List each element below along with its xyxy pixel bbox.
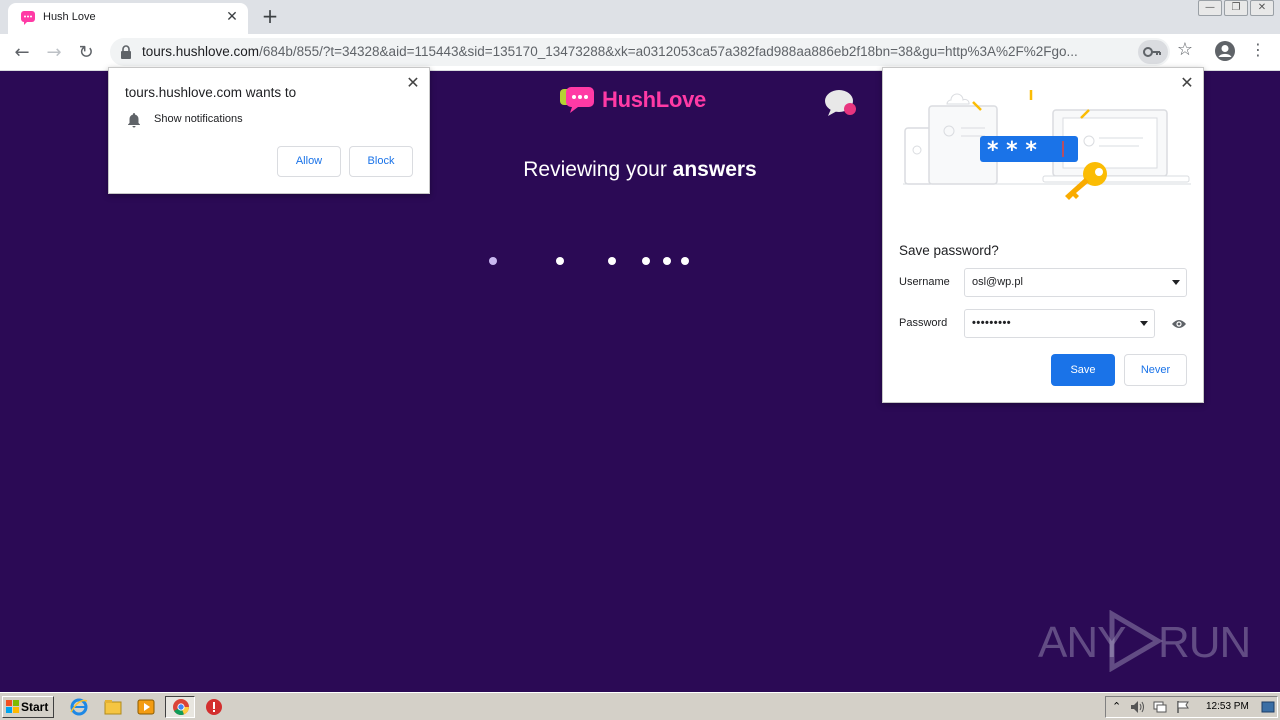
password-value: ••••••••• <box>972 317 1012 329</box>
username-value: osl@wp.pl <box>972 276 1023 288</box>
volume-icon[interactable] <box>1130 700 1146 714</box>
reload-button[interactable]: ↻ <box>72 39 100 67</box>
media-player-icon[interactable] <box>137 698 155 716</box>
clock[interactable]: 12:53 PM <box>1206 701 1249 712</box>
internet-explorer-icon[interactable] <box>70 698 88 716</box>
username-label: Username <box>899 276 950 288</box>
hushlove-favicon-icon <box>21 11 35 25</box>
never-button[interactable]: Never <box>1124 354 1187 386</box>
url-path: /684b/855/?t=34328&aid=115443&sid=135170… <box>259 44 1078 59</box>
action-center-flag-icon[interactable] <box>1176 700 1190 714</box>
loading-dot <box>642 257 650 265</box>
loading-dot <box>681 257 689 265</box>
allow-button[interactable]: Allow <box>277 146 341 177</box>
new-tab-button[interactable]: + <box>258 5 282 29</box>
bookmark-star-icon[interactable]: ☆ <box>1174 39 1196 61</box>
start-label: Start <box>21 700 49 714</box>
browser-toolbar: ← → ↻ tours.hushlove.com/684b/855/?t=343… <box>0 34 1280 71</box>
notification-prompt-title: tours.hushlove.com wants to <box>125 85 297 100</box>
network-icon[interactable] <box>1152 700 1168 714</box>
tray-expand-icon[interactable]: ⌃ <box>1112 700 1121 713</box>
restore-button[interactable]: ❐ <box>1224 0 1248 16</box>
show-desktop-icon[interactable] <box>1261 700 1275 714</box>
block-button[interactable]: Block <box>349 146 413 177</box>
watermark-text-run: RUN <box>1158 618 1251 667</box>
loading-dot <box>489 257 497 265</box>
chat-icon[interactable] <box>823 88 859 118</box>
svg-text:* * *: * * * <box>987 138 1037 163</box>
loading-dot <box>663 257 671 265</box>
forward-button[interactable]: → <box>40 39 68 67</box>
play-triangle-icon <box>1109 610 1163 672</box>
minimize-button[interactable]: — <box>1198 0 1222 16</box>
url-host: tours.hushlove.com <box>142 44 260 59</box>
key-glyph-icon <box>1143 47 1161 57</box>
chevron-down-icon[interactable] <box>1172 280 1180 285</box>
system-tray: ⌃ 12:53 PM <box>1105 696 1278 718</box>
save-password-title: Save password? <box>899 243 999 258</box>
password-illustration: * * * <box>903 90 1191 200</box>
close-window-button[interactable]: ✕ <box>1250 0 1274 16</box>
password-field[interactable]: ••••••••• <box>964 309 1155 338</box>
file-explorer-icon[interactable] <box>104 698 122 716</box>
anyrun-watermark: ANY RUN <box>1038 610 1251 674</box>
loading-dot <box>608 257 616 265</box>
browser-tab[interactable]: Hush Love ✕ <box>8 3 248 34</box>
address-bar[interactable]: tours.hushlove.com/684b/855/?t=34328&aid… <box>110 38 1170 66</box>
eye-icon[interactable] <box>1171 318 1187 330</box>
password-label: Password <box>899 317 948 329</box>
hushlove-logo: HushLove <box>560 84 706 116</box>
tab-title: Hush Love <box>43 11 96 23</box>
loading-dot <box>556 257 564 265</box>
save-button[interactable]: Save <box>1051 354 1115 386</box>
chrome-icon <box>173 699 189 715</box>
bell-icon <box>128 113 140 128</box>
tab-strip: Hush Love ✕ + — ❐ ✕ <box>0 0 1280 34</box>
url-text[interactable]: tours.hushlove.com/684b/855/?t=34328&aid… <box>142 44 1132 59</box>
reviewing-prefix: Reviewing your <box>523 158 673 181</box>
notification-close-icon[interactable]: ✕ <box>404 74 422 92</box>
chrome-taskbar-button[interactable] <box>165 696 195 718</box>
username-field[interactable]: osl@wp.pl <box>964 268 1187 297</box>
stop-sign-icon[interactable] <box>205 698 223 716</box>
save-password-prompt: ✕ * * * Save password? Username osl@wp.p… <box>882 67 1204 403</box>
logo-text: HushLove <box>602 87 706 112</box>
chat-bubble-logo-icon <box>560 87 594 113</box>
reviewing-bold: answers <box>672 158 757 181</box>
windows-logo-icon <box>6 700 19 713</box>
start-button[interactable]: Start <box>2 696 54 718</box>
notification-permission-prompt: tours.hushlove.com wants to ✕ Show notif… <box>108 67 430 194</box>
window-controls: — ❐ ✕ <box>1198 0 1274 18</box>
menu-icon[interactable]: ⋮ <box>1250 40 1266 62</box>
password-key-icon[interactable] <box>1138 40 1168 64</box>
profile-icon[interactable] <box>1214 40 1236 62</box>
notification-permission-text: Show notifications <box>154 113 243 125</box>
back-button[interactable]: ← <box>8 39 36 67</box>
tab-close-icon[interactable]: ✕ <box>222 7 242 27</box>
lock-icon[interactable] <box>120 45 132 59</box>
chevron-down-icon[interactable] <box>1140 321 1148 326</box>
taskbar: Start ⌃ 12:53 PM <box>0 692 1280 720</box>
